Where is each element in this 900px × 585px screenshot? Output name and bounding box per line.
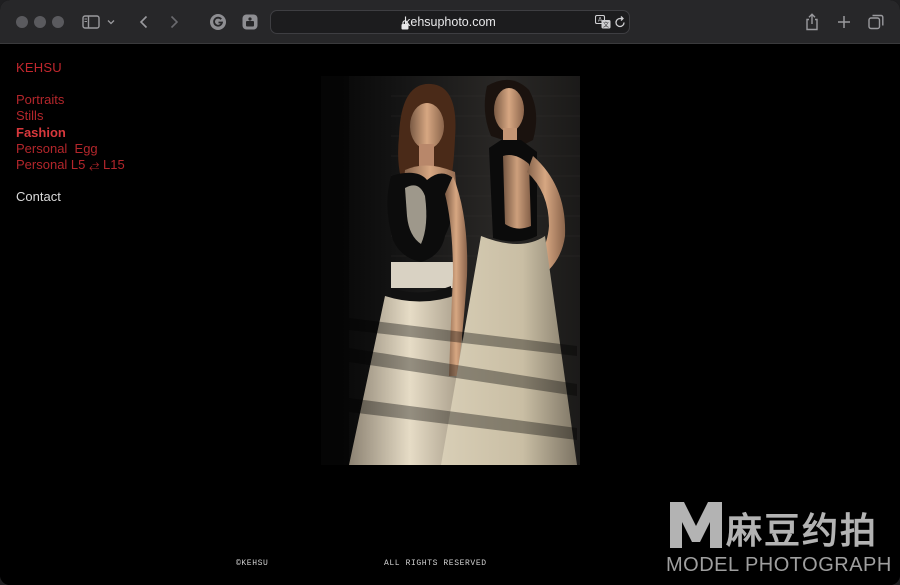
chevron-down-icon[interactable] <box>104 11 118 33</box>
site-title-link[interactable]: KEHSU <box>16 60 62 75</box>
nav-item-personal-l5-l15[interactable]: Personal L5 ⥄ L15 <box>16 157 125 173</box>
photo-extension-icon[interactable] <box>239 11 261 33</box>
browser-window: kehsuphoto.com 文A KEHSU Portraits Stills <box>0 0 900 585</box>
grammarly-icon[interactable] <box>207 11 229 33</box>
minimize-window-button[interactable] <box>34 16 46 28</box>
watermark-logo-icon <box>670 502 722 548</box>
url-text: kehsuphoto.com <box>404 15 496 29</box>
footer-copyright: ©KEHSU <box>236 559 269 568</box>
lock-icon <box>401 17 409 35</box>
reload-icon[interactable] <box>614 15 626 34</box>
nav-item-fashion[interactable]: Fashion <box>16 125 125 141</box>
svg-text:文: 文 <box>603 21 609 29</box>
tab-overview-icon[interactable] <box>865 11 887 33</box>
sidebar-icon[interactable] <box>80 11 102 33</box>
main-nav: Portraits Stills Fashion Personal Egg Pe… <box>16 92 125 173</box>
browser-toolbar: kehsuphoto.com 文A <box>0 0 900 44</box>
nav-item-personal-egg[interactable]: Personal Egg <box>16 141 125 157</box>
plus-icon[interactable] <box>833 11 855 33</box>
translate-icon[interactable]: 文A <box>594 14 611 34</box>
share-icon[interactable] <box>801 11 823 33</box>
watermark: 麻豆约拍 MODEL PHOTOGRAPH <box>662 496 894 585</box>
watermark-english-text: MODEL PHOTOGRAPH <box>666 554 892 576</box>
nav-item-stills[interactable]: Stills <box>16 108 125 124</box>
chevron-left-icon[interactable] <box>133 11 155 33</box>
contact-link[interactable]: Contact <box>16 189 61 204</box>
chevron-right-icon[interactable] <box>163 11 185 33</box>
close-window-button[interactable] <box>16 16 28 28</box>
zoom-window-button[interactable] <box>52 16 64 28</box>
web-page: KEHSU Portraits Stills Fashion Personal … <box>0 44 900 585</box>
watermark-chinese-text: 麻豆约拍 <box>726 511 879 552</box>
fashion-photo[interactable] <box>321 76 580 465</box>
address-bar[interactable]: kehsuphoto.com 文A <box>270 10 630 34</box>
nav-item-portraits[interactable]: Portraits <box>16 92 125 108</box>
footer-rights: ALL RIGHTS RESERVED <box>384 559 487 568</box>
